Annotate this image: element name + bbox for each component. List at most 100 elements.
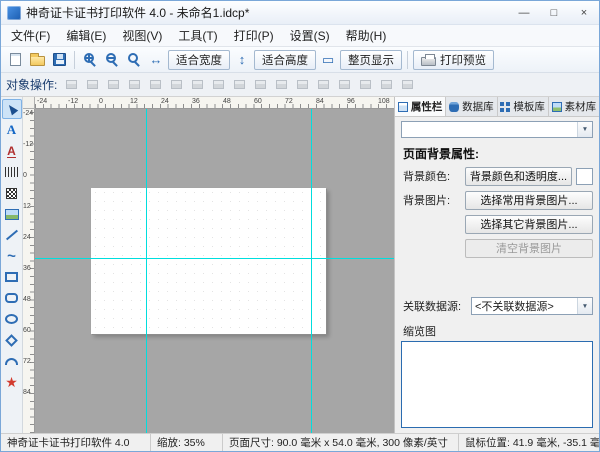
ruler-label: 72 bbox=[23, 357, 34, 388]
send-backward-icon[interactable] bbox=[356, 75, 375, 94]
ruler-label: 36 bbox=[23, 264, 34, 295]
menu-item-print[interactable]: 打印(P) bbox=[226, 25, 282, 46]
new-document-button[interactable] bbox=[5, 50, 25, 70]
select-tool[interactable] bbox=[2, 99, 22, 119]
curve-tool[interactable]: ~ bbox=[2, 246, 22, 266]
rectangle-tool[interactable] bbox=[2, 267, 22, 287]
tool-icon bbox=[5, 167, 18, 177]
ungroup-icon[interactable] bbox=[398, 75, 417, 94]
zoom-out-button[interactable] bbox=[102, 50, 122, 70]
bg-color-label: 背景颜色: bbox=[403, 168, 461, 184]
canvas-area[interactable]: -24-1201224364860728496108 -24-120122436… bbox=[23, 97, 394, 433]
datasource-label: 关联数据源: bbox=[403, 298, 467, 314]
full-page-button[interactable]: 整页显示 bbox=[340, 50, 402, 70]
fit-width-button[interactable]: 适合宽度 bbox=[168, 50, 230, 70]
print-preview-button[interactable]: 打印预览 bbox=[413, 50, 494, 70]
open-button[interactable] bbox=[27, 50, 47, 70]
align-right-icon[interactable] bbox=[104, 75, 123, 94]
tab-properties[interactable]: 属性栏 bbox=[395, 97, 446, 116]
align-top-icon[interactable] bbox=[125, 75, 144, 94]
group-icon[interactable] bbox=[377, 75, 396, 94]
save-button[interactable] bbox=[49, 50, 69, 70]
ruler-label: 48 bbox=[221, 97, 252, 108]
align-vcenter-icon[interactable] bbox=[146, 75, 165, 94]
clear-bg-button[interactable]: 清空背景图片 bbox=[465, 239, 593, 258]
datasource-select[interactable]: <不关联数据源> ▼ bbox=[471, 297, 593, 315]
guide-line-horizontal[interactable] bbox=[35, 258, 394, 259]
rounded-rectangle-tool[interactable] bbox=[2, 288, 22, 308]
image-tool[interactable] bbox=[2, 204, 22, 224]
status-page-size: 页面尺寸: 90.0 毫米 x 54.0 毫米, 300 像素/英寸 bbox=[223, 434, 459, 451]
tab-templates[interactable]: 模板库 bbox=[498, 97, 549, 116]
bg-color-button[interactable]: 背景颜色和透明度... bbox=[465, 167, 572, 186]
ellipse-tool[interactable] bbox=[2, 309, 22, 329]
horizontal-ruler[interactable]: -24-1201224364860728496108 bbox=[35, 97, 394, 109]
polygon-tool[interactable] bbox=[2, 330, 22, 350]
bring-forward-icon[interactable] bbox=[335, 75, 354, 94]
fit-height-arrow-icon: ↕ bbox=[232, 50, 252, 70]
zoom-reset-button[interactable] bbox=[124, 50, 144, 70]
thumbnail-label: 缩览图 bbox=[403, 323, 591, 339]
align-hcenter-icon[interactable] bbox=[83, 75, 102, 94]
tab-label: 属性栏 bbox=[411, 99, 443, 114]
equal-height-icon[interactable] bbox=[209, 75, 228, 94]
equal-size-icon[interactable] bbox=[230, 75, 249, 94]
object-selector-combo[interactable]: ▼ bbox=[401, 121, 593, 138]
menu-item-tools[interactable]: 工具(T) bbox=[170, 25, 225, 46]
design-canvas[interactable] bbox=[35, 109, 394, 433]
icon-glyph bbox=[87, 80, 98, 89]
guide-line-vertical[interactable] bbox=[311, 109, 312, 433]
open-folder-icon bbox=[30, 56, 45, 66]
menu-item-edit[interactable]: 编辑(E) bbox=[58, 25, 114, 46]
bring-to-front-icon[interactable] bbox=[293, 75, 312, 94]
fit-height-button[interactable]: 适合高度 bbox=[254, 50, 316, 70]
design-page[interactable] bbox=[91, 188, 326, 334]
align-left-icon[interactable] bbox=[62, 75, 81, 94]
zoom-in-icon bbox=[84, 53, 94, 63]
equal-width-icon[interactable] bbox=[188, 75, 207, 94]
select-other-bg-button[interactable]: 选择其它背景图片... bbox=[465, 215, 593, 234]
arc-tool[interactable] bbox=[2, 351, 22, 371]
ruler-label: 96 bbox=[345, 97, 376, 108]
chevron-down-icon[interactable]: ▼ bbox=[577, 122, 592, 137]
menu-item-settings[interactable]: 设置(S) bbox=[282, 25, 338, 46]
minimize-button[interactable]: — bbox=[509, 1, 539, 24]
ruler-label: 108 bbox=[376, 97, 394, 108]
template-grid-icon bbox=[500, 102, 510, 112]
icon-glyph bbox=[213, 80, 224, 89]
guide-line-vertical[interactable] bbox=[146, 109, 147, 433]
tool-icon bbox=[5, 230, 17, 241]
icon-glyph bbox=[297, 80, 308, 89]
tab-materials[interactable]: 素材库 bbox=[549, 97, 599, 116]
distribute-v-icon[interactable] bbox=[272, 75, 291, 94]
align-bottom-icon[interactable] bbox=[167, 75, 186, 94]
section-title: 页面背景属性: bbox=[403, 145, 591, 162]
ruler-label: 0 bbox=[97, 97, 128, 108]
bg-image-clear-row: 清空背景图片 bbox=[465, 238, 593, 258]
vertical-text-tool[interactable]: A bbox=[2, 141, 22, 161]
select-common-bg-button[interactable]: 选择常用背景图片... bbox=[465, 191, 593, 210]
distribute-h-icon[interactable] bbox=[251, 75, 270, 94]
barcode-tool[interactable] bbox=[2, 162, 22, 182]
zoom-in-button[interactable] bbox=[80, 50, 100, 70]
tab-database[interactable]: 数据库 bbox=[446, 97, 497, 116]
line-tool[interactable] bbox=[2, 225, 22, 245]
star-tool[interactable]: ★ bbox=[2, 372, 22, 392]
icon-glyph bbox=[402, 80, 413, 89]
ruler-label: -24 bbox=[23, 109, 34, 140]
text-tool[interactable]: A bbox=[2, 120, 22, 140]
icon-glyph bbox=[318, 80, 329, 89]
close-button[interactable]: × bbox=[569, 1, 599, 24]
send-to-back-icon[interactable] bbox=[314, 75, 333, 94]
menu-item-help[interactable]: 帮助(H) bbox=[338, 25, 395, 46]
maximize-button[interactable]: □ bbox=[539, 1, 569, 24]
menu-item-view[interactable]: 视图(V) bbox=[114, 25, 170, 46]
icon-glyph bbox=[234, 80, 245, 89]
vertical-ruler[interactable]: -24-12012243648607284 bbox=[23, 109, 35, 433]
chevron-down-icon[interactable]: ▼ bbox=[577, 298, 592, 314]
bg-image-label: 背景图片: bbox=[403, 192, 461, 208]
bg-color-swatch[interactable] bbox=[576, 168, 593, 185]
fit-width-arrow-icon: ↔ bbox=[146, 50, 166, 70]
menu-item-file[interactable]: 文件(F) bbox=[3, 25, 58, 46]
qrcode-tool[interactable] bbox=[2, 183, 22, 203]
